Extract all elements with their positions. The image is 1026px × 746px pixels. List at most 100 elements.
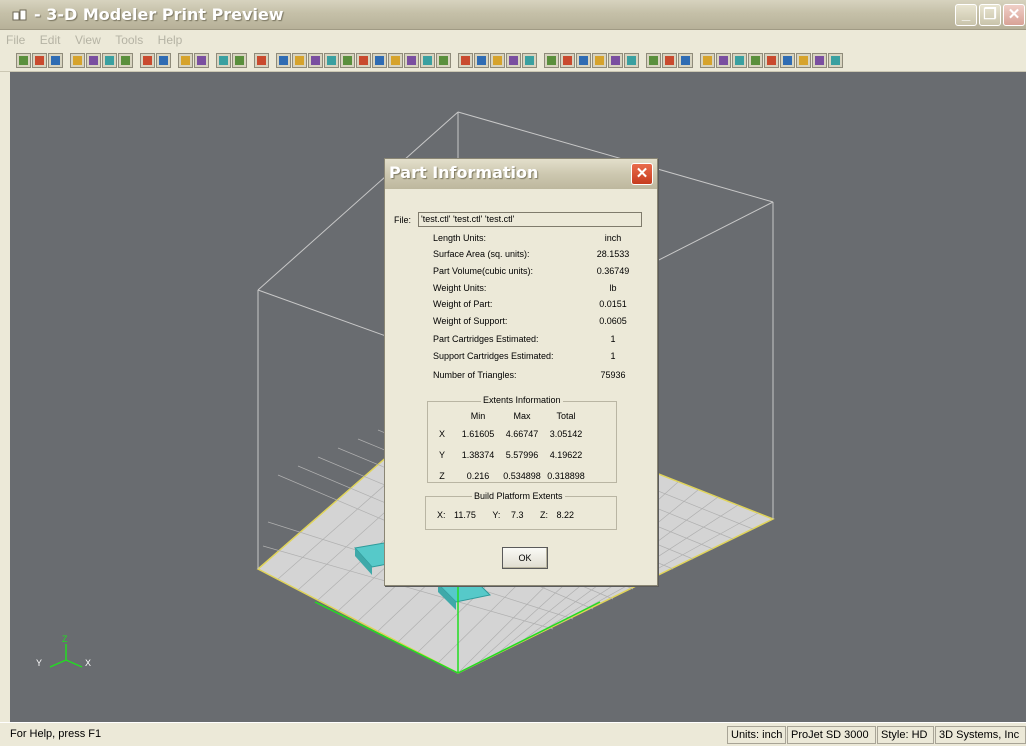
build-platform-row: X: 11.75 Y: 7.3 Z: 8.22 — [437, 510, 574, 520]
file-field[interactable]: 'test.ctl' 'test.ctl' 'test.ctl' — [418, 212, 642, 227]
toolbar-button[interactable] — [700, 53, 715, 68]
menu-bar: File Edit View Tools Help — [0, 30, 1026, 50]
toolbar-button[interactable] — [86, 53, 101, 68]
menu-view[interactable]: View — [69, 30, 105, 47]
toolbar-button-icon — [143, 56, 152, 65]
bp-y-value: 7.3 — [510, 510, 524, 520]
toolbar-button-icon — [159, 56, 168, 65]
dialog-title-bar: Part Information ✕ — [385, 159, 657, 189]
part-information-dialog: Part Information ✕ File: 'test.ctl' 'tes… — [384, 158, 658, 586]
toolbar-button[interactable] — [356, 53, 371, 68]
toolbar-button[interactable] — [474, 53, 489, 68]
toolbar-button[interactable] — [156, 53, 171, 68]
toolbar-button[interactable] — [436, 53, 451, 68]
status-style: Style: HD — [877, 726, 934, 744]
toolbar-button[interactable] — [232, 53, 247, 68]
bp-z-value: 8.22 — [556, 510, 575, 520]
toolbar-button-icon — [703, 56, 712, 65]
toolbar-button[interactable] — [308, 53, 323, 68]
toolbar-button-icon — [579, 56, 588, 65]
menu-help[interactable]: Help — [152, 30, 187, 47]
info-row: Part Volume(cubic units): 0.36749 — [433, 266, 633, 280]
toolbar-button[interactable] — [662, 53, 677, 68]
toolbar-button[interactable] — [276, 53, 291, 68]
toolbar-button-icon — [831, 56, 840, 65]
toolbar-button[interactable] — [404, 53, 419, 68]
dialog-body: File: 'test.ctl' 'test.ctl' 'test.ctl' L… — [389, 189, 653, 581]
minimize-button[interactable]: _ — [955, 4, 977, 26]
toolbar-button[interactable] — [420, 53, 435, 68]
toolbar-button[interactable] — [592, 53, 607, 68]
toolbar-button[interactable] — [70, 53, 85, 68]
menu-tools[interactable]: Tools — [109, 30, 147, 47]
ok-button[interactable]: OK — [502, 547, 548, 569]
info-row-label: Surface Area (sq. units): — [433, 249, 530, 259]
toolbar-button[interactable] — [764, 53, 779, 68]
toolbar-button-icon — [407, 56, 416, 65]
bp-x-value: 11.75 — [454, 510, 476, 520]
toolbar-button[interactable] — [254, 53, 269, 68]
bp-z-label: Z: — [539, 510, 548, 520]
toolbar-button[interactable] — [796, 53, 811, 68]
toolbar-button[interactable] — [716, 53, 731, 68]
toolbar-button-icon — [89, 56, 98, 65]
toolbar-button-icon — [423, 56, 432, 65]
toolbar-button[interactable] — [646, 53, 661, 68]
toolbar-button[interactable] — [576, 53, 591, 68]
info-row-value: 1 — [610, 351, 616, 361]
toolbar-button[interactable] — [560, 53, 575, 68]
toolbar-button[interactable] — [324, 53, 339, 68]
window-title: - 3-D Modeler Print Preview — [34, 5, 284, 24]
toolbar-button-icon — [181, 56, 190, 65]
toolbar-button[interactable] — [140, 53, 155, 68]
toolbar-button-icon — [35, 56, 44, 65]
axis-indicator — [49, 644, 83, 668]
toolbar-button-icon — [477, 56, 486, 65]
dialog-close-button[interactable]: ✕ — [631, 163, 653, 185]
toolbar-button-icon — [509, 56, 518, 65]
status-company: 3D Systems, Inc — [935, 726, 1026, 744]
toolbar-button-icon — [343, 56, 352, 65]
menu-edit[interactable]: Edit — [34, 30, 65, 47]
toolbar-button[interactable] — [194, 53, 209, 68]
toolbar-button[interactable] — [32, 53, 47, 68]
toolbar-button[interactable] — [340, 53, 355, 68]
toolbar-button[interactable] — [678, 53, 693, 68]
toolbar-button-icon — [197, 56, 206, 65]
toolbar-button[interactable] — [812, 53, 827, 68]
toolbar-button[interactable] — [48, 53, 63, 68]
toolbar-button[interactable] — [292, 53, 307, 68]
toolbar-button[interactable] — [178, 53, 193, 68]
toolbar-button[interactable] — [828, 53, 843, 68]
toolbar-button-icon — [327, 56, 336, 65]
toolbar-button[interactable] — [608, 53, 623, 68]
toolbar-button[interactable] — [748, 53, 763, 68]
toolbar-button[interactable] — [118, 53, 133, 68]
toolbar-button-icon — [219, 56, 228, 65]
toolbar-button[interactable] — [732, 53, 747, 68]
toolbar-button-icon — [51, 56, 60, 65]
extents-cell: 0.318898 — [547, 471, 585, 481]
toolbar-button[interactable] — [372, 53, 387, 68]
toolbar-button[interactable] — [458, 53, 473, 68]
info-row-label: Weight of Support: — [433, 316, 508, 326]
toolbar-button[interactable] — [780, 53, 795, 68]
title-bar: - 3-D Modeler Print Preview _ ❐ ✕ — [0, 0, 1026, 30]
extents-group-title: Extents Information — [481, 395, 563, 405]
toolbar-button[interactable] — [16, 53, 31, 68]
close-button[interactable]: ✕ — [1003, 4, 1025, 26]
toolbar-button[interactable] — [388, 53, 403, 68]
toolbar-button[interactable] — [522, 53, 537, 68]
info-row: Weight Units: lb — [433, 283, 633, 297]
maximize-button[interactable]: ❐ — [979, 4, 1001, 26]
toolbar-button[interactable] — [216, 53, 231, 68]
menu-file[interactable]: File — [0, 30, 29, 47]
toolbar-button[interactable] — [102, 53, 117, 68]
info-row-value: 0.0151 — [599, 299, 627, 309]
toolbar-button[interactable] — [490, 53, 505, 68]
toolbar-button[interactable] — [624, 53, 639, 68]
toolbar-button[interactable] — [506, 53, 521, 68]
toolbar-button[interactable] — [544, 53, 559, 68]
axis-label-z: Z — [62, 634, 68, 644]
info-row-value: inch — [604, 233, 622, 243]
